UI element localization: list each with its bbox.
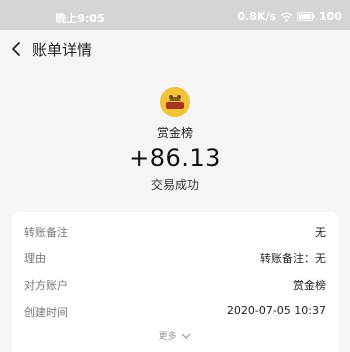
detail-value: 转账备注：无	[260, 252, 326, 265]
detail-row-created-time: 创建时间 2020-07-05 10:37	[24, 301, 326, 321]
battery-icon	[297, 12, 315, 21]
detail-label: 转账备注	[24, 226, 68, 239]
merchant-name: 赏金榜	[156, 126, 193, 140]
more-label: 更多	[158, 332, 177, 342]
wifi-icon	[280, 12, 293, 22]
detail-value: 无	[315, 226, 326, 239]
detail-value: 2020-07-05 10:37	[226, 304, 326, 317]
status-bar: 晚上9:05 0.8K/s 100	[0, 0, 350, 30]
detail-row-counterparty: 对方账户 赏金榜	[24, 274, 326, 294]
transaction-status: 交易成功	[150, 178, 199, 192]
detail-row-remark: 转账备注 无	[24, 221, 326, 241]
detail-value: 赏金榜	[293, 279, 326, 292]
detail-label: 对方账户	[24, 279, 68, 292]
status-time: 晚上9:05	[55, 12, 105, 25]
page-title: 账单详情	[32, 41, 93, 59]
battery-level: 100	[319, 10, 342, 23]
detail-row-reason: 理由 转账备注：无	[24, 247, 326, 267]
more-button[interactable]: 更多	[12, 329, 338, 342]
back-arrow-icon[interactable]	[6, 38, 28, 60]
app-header: 账单详情	[0, 30, 350, 70]
transaction-amount: +86.13	[129, 144, 221, 172]
details-card: 转账备注 无 理由 转账备注：无 对方账户 赏金榜 创建时间 2020-07-0…	[12, 212, 338, 352]
net-speed: 0.8K/s	[237, 10, 277, 23]
merchant-avatar	[160, 87, 190, 117]
chevron-down-icon	[181, 332, 191, 342]
status-right: 0.8K/s 100	[237, 10, 342, 23]
detail-label: 理由	[24, 252, 46, 265]
detail-label: 创建时间	[24, 306, 68, 319]
